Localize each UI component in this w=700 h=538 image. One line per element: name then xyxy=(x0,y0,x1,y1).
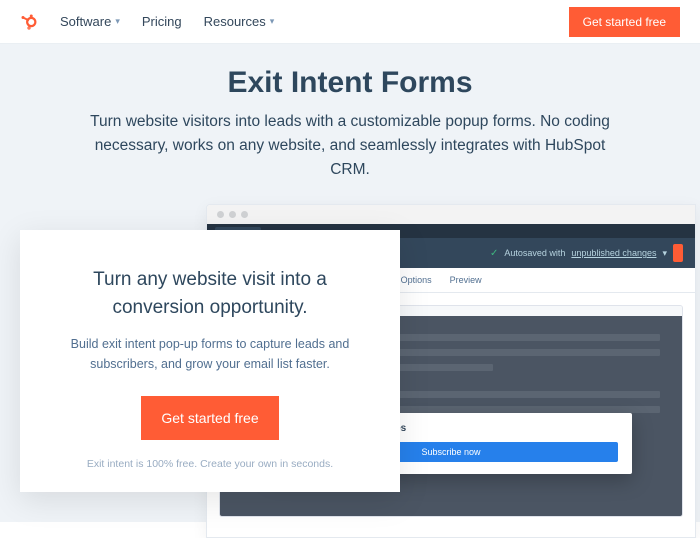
chevron-down-icon: ▾ xyxy=(115,16,120,27)
nav-pricing[interactable]: Pricing xyxy=(142,14,182,29)
dot-icon xyxy=(217,211,224,218)
nav-software[interactable]: Software ▾ xyxy=(60,14,120,29)
promo-card: Turn any website visit into a conversion… xyxy=(20,230,400,492)
hero: Exit Intent Forms Turn website visitors … xyxy=(0,44,700,182)
nav-label: Resources xyxy=(204,14,266,29)
page-title: Exit Intent Forms xyxy=(30,66,670,100)
get-started-button[interactable]: Get started free xyxy=(141,396,278,440)
tab-preview[interactable]: Preview xyxy=(450,272,482,288)
autosave-link[interactable]: unpublished changes xyxy=(571,248,656,258)
sprocket-icon xyxy=(20,13,38,31)
tab-options[interactable]: Options xyxy=(401,272,432,288)
chevron-down-icon: ▾ xyxy=(270,16,275,27)
nav-label: Pricing xyxy=(142,14,182,29)
nav-right: Get started free xyxy=(569,7,680,37)
hubspot-logo[interactable] xyxy=(20,13,38,31)
dot-icon xyxy=(229,211,236,218)
card-body: Build exit intent pop-up forms to captur… xyxy=(52,335,368,374)
top-nav: Software ▾ Pricing Resources ▾ Get start… xyxy=(0,0,700,44)
nav-label: Software xyxy=(60,14,111,29)
stage: Email Subscribers Pop-up ✎ ✓ Autosaved w… xyxy=(0,182,700,522)
card-heading: Turn any website visit into a conversion… xyxy=(52,266,368,321)
card-fineprint: Exit intent is 100% free. Create your ow… xyxy=(52,458,368,470)
nav-resources[interactable]: Resources ▾ xyxy=(204,14,275,29)
chevron-down-icon[interactable]: ▾ xyxy=(662,248,667,259)
editor-status: ✓ Autosaved with unpublished changes ▾ xyxy=(490,244,683,262)
check-icon: ✓ xyxy=(490,248,498,259)
page-subtitle: Turn website visitors into leads with a … xyxy=(80,110,620,182)
autosave-text: Autosaved with xyxy=(504,248,565,258)
nav-links: Software ▾ Pricing Resources ▾ xyxy=(60,14,274,29)
publish-button[interactable] xyxy=(673,244,683,262)
window-dots xyxy=(207,205,695,224)
get-started-button[interactable]: Get started free xyxy=(569,7,680,37)
dot-icon xyxy=(241,211,248,218)
